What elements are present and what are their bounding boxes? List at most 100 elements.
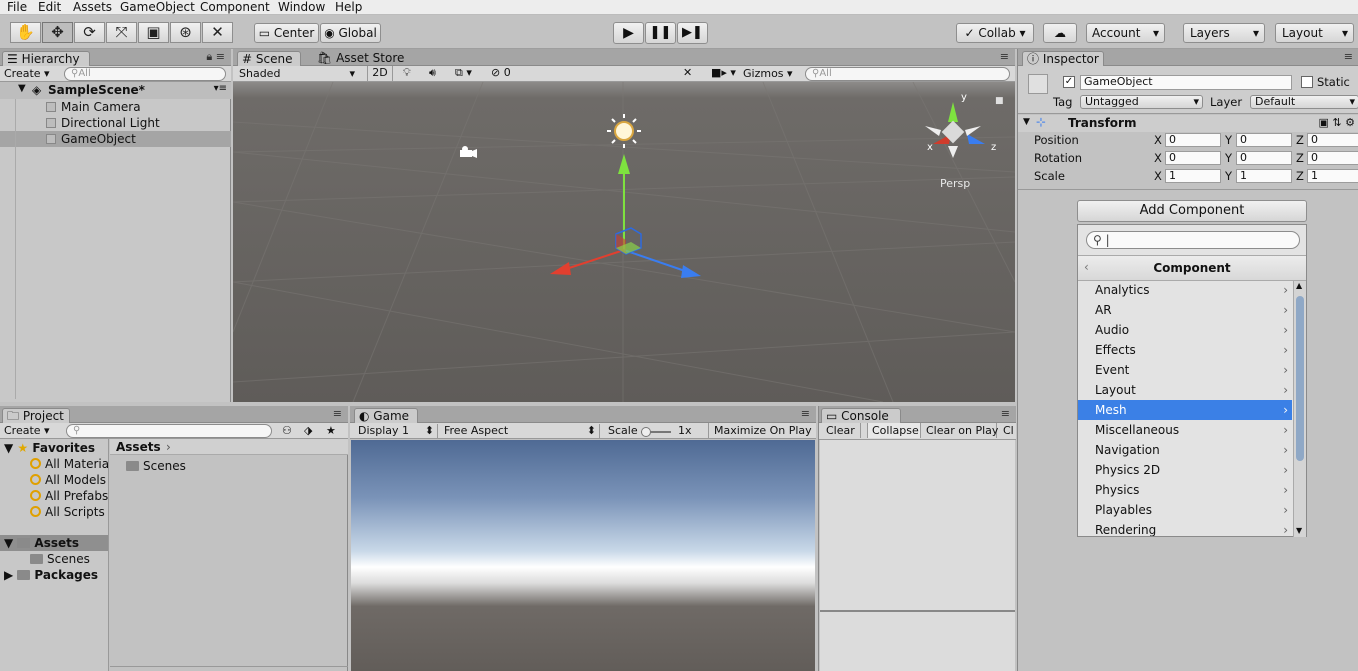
filter-type-icon[interactable]: ⚇ [282,424,292,437]
maximize-on-play-toggle[interactable]: Maximize On Play [708,423,816,438]
component-item-physics-2d[interactable]: Physics 2D › [1078,460,1292,480]
component-item-ar[interactable]: AR › [1078,300,1292,320]
favorite-item[interactable]: All Scripts [30,504,105,520]
assets-folder-item[interactable]: ▼ Assets [4,535,79,551]
scene-row[interactable]: ▼ ◈ SampleScene* ▾≡ [0,82,231,99]
pause-button[interactable]: ❚❚ [645,22,676,44]
tag-dropdown[interactable]: Untagged ▾ [1080,95,1203,109]
project-search-input[interactable]: ⚲ [66,424,272,438]
cloud-icon[interactable]: ☁ [1043,23,1077,43]
position-x-field[interactable]: 0 [1165,133,1221,147]
pivot-center-button[interactable]: ▭ Center [254,23,319,43]
effects-icon[interactable]: ⧉ ▾ [455,66,472,81]
favorite-item[interactable]: All Materia [30,456,109,472]
persp-label[interactable]: Persp [940,177,970,190]
panel-menu-icon[interactable]: ≡ [1000,50,1009,63]
rotate-icon[interactable]: ⟳ [74,22,105,43]
hidden-objects-toggle[interactable]: ⊘ 0 [491,66,511,81]
play-button[interactable]: ▶ [613,22,644,44]
layout-dropdown[interactable]: Layout ▾ [1275,23,1354,43]
component-item-playables[interactable]: Playables › [1078,500,1292,520]
transform-icon[interactable]: ⊛ [170,22,201,43]
mode-2d-toggle[interactable]: 2D [367,66,393,81]
collapse-arrow-icon[interactable]: ▼ [1023,117,1030,127]
scale-icon[interactable]: ⤧ [106,22,137,43]
rect-icon[interactable]: ▣ [138,22,169,43]
scale-y-field[interactable]: 1 [1236,169,1292,183]
scroll-up-icon[interactable]: ▲ [1296,281,1302,290]
tab-project[interactable]: 🗀 Project [2,408,70,424]
menu-edit[interactable]: Edit [38,0,61,14]
custom-tool-icon[interactable]: ✕ [202,22,233,43]
component-search-input[interactable]: ⚲ | [1086,231,1300,249]
console-log-area[interactable] [820,440,1015,610]
scale-slider-thumb[interactable] [641,427,651,437]
menu-file[interactable]: File [7,0,27,14]
hierarchy-item[interactable]: Directional Light [46,115,160,131]
packages-folder-item[interactable]: ▶ Packages [4,567,98,583]
scrollbar-thumb[interactable] [1296,296,1304,461]
audio-icon[interactable]: 🔊︎ [429,66,436,81]
project-create-dropdown[interactable]: Create ▾ [4,424,50,439]
tab-asset-store[interactable]: 🛍︎ Asset Store [313,51,413,67]
step-button[interactable]: ▶❚ [677,22,708,44]
tab-inspector[interactable]: ⓘ Inspector [1022,51,1104,67]
component-item-analytics[interactable]: Analytics › [1078,280,1292,300]
transform-header[interactable]: ▼ ⊹ Transform ▣ ⇅ ⚙ [1018,115,1358,132]
static-checkbox[interactable] [1301,76,1313,88]
tab-game[interactable]: ◐ Game [354,408,418,424]
display-dropdown[interactable]: Display 1 ⬍ [358,424,438,439]
aspect-dropdown[interactable]: Free Aspect ⬍ [444,424,600,439]
component-item-rendering[interactable]: Rendering › [1078,520,1292,536]
rotation-x-field[interactable]: 0 [1165,151,1221,165]
hierarchy-search-input[interactable]: ⚲All [64,67,226,81]
menu-component[interactable]: Component [200,0,270,14]
scene-search-input[interactable]: ⚲All [805,67,1010,81]
scale-x-field[interactable]: 1 [1165,169,1221,183]
asset-folder-scenes[interactable]: Scenes [126,458,186,474]
gizmos-dropdown[interactable]: Gizmos ▾ [743,67,793,82]
collab-button[interactable]: ✓ Collab ▾ [956,23,1034,43]
component-settings-icon[interactable]: ▣ ⇅ ⚙ [1319,116,1355,129]
scene-viewport[interactable]: y x z Persp ■ [233,82,1015,402]
panel-menu-icon[interactable]: ≡ [801,407,810,420]
lighting-icon[interactable]: 💡︎ [403,66,411,81]
favorites-item[interactable]: ▼ ★ Favorites [4,440,95,456]
tab-scene[interactable]: # Scene [237,51,301,67]
shading-dropdown[interactable]: Shaded ▾ [239,67,357,82]
component-item-miscellaneous[interactable]: Miscellaneous › [1078,420,1292,440]
tools-icon[interactable]: ✕ [683,66,692,81]
panel-menu-icon[interactable]: ≡ [1344,50,1353,63]
account-dropdown[interactable]: Account ▾ [1086,23,1165,43]
tab-hierarchy[interactable]: ☰ Hierarchy [2,51,90,67]
hierarchy-item[interactable]: Main Camera [46,99,141,115]
scenes-folder-item[interactable]: Scenes [30,551,90,567]
pivot-global-button[interactable]: ◉ Global [320,23,381,43]
layers-dropdown[interactable]: Layers ▾ [1183,23,1265,43]
expand-arrow-icon[interactable]: ▼ [18,83,26,94]
menu-gameobject[interactable]: GameObject [120,0,195,14]
rotation-z-field[interactable]: 0 [1307,151,1358,165]
scale-z-field[interactable]: 1 [1307,169,1358,183]
position-y-field[interactable]: 0 [1236,133,1292,147]
menu-help[interactable]: Help [335,0,362,14]
favorite-item[interactable]: All Models [30,472,106,488]
object-name-input[interactable]: GameObject [1080,75,1292,90]
hand-icon[interactable]: ✋ [10,22,41,43]
breadcrumb-assets[interactable]: Assets [116,440,161,454]
component-item-layout[interactable]: Layout › [1078,380,1292,400]
scene-menu-icon[interactable]: ▾≡ [214,83,227,94]
panel-menu-icon[interactable]: ≡ [1001,407,1010,420]
console-collapse-toggle[interactable]: Collapse [867,423,921,438]
scroll-down-icon[interactable]: ▼ [1296,526,1302,535]
console-clear-button[interactable]: Clear [819,423,861,438]
panel-menu-icon[interactable]: 🔒︎ ≡ [206,50,225,64]
hierarchy-item[interactable]: GameObject [46,131,136,147]
layer-dropdown[interactable]: Default ▾ [1250,95,1358,109]
component-item-physics[interactable]: Physics › [1078,480,1292,500]
favorite-item[interactable]: All Prefabs [30,488,108,504]
filter-label-icon[interactable]: ⬗ [304,424,312,437]
menu-assets[interactable]: Assets [73,0,112,14]
add-component-button[interactable]: Add Component [1077,200,1307,222]
move-icon[interactable]: ✥ [42,22,73,43]
